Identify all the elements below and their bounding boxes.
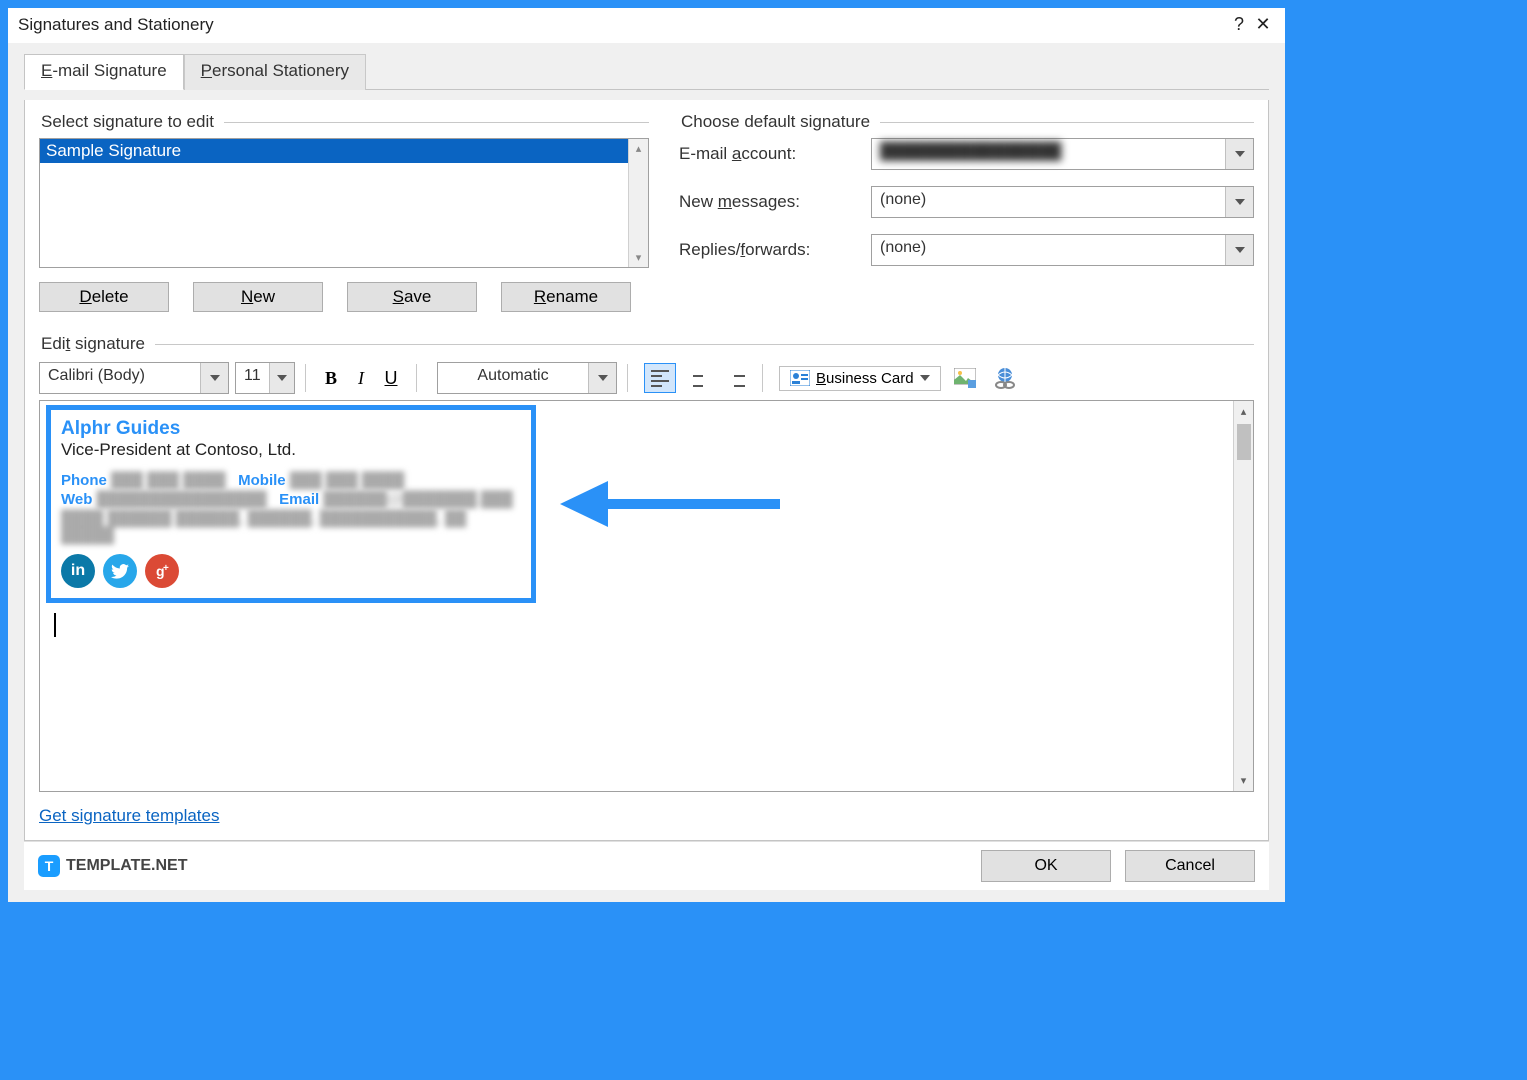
- bold-button[interactable]: B: [316, 364, 346, 392]
- email-label: Email: [279, 491, 319, 508]
- help-icon[interactable]: ?: [1227, 14, 1251, 35]
- address-value: ████ ██████ ██████, ██████, ███████████,…: [61, 510, 521, 544]
- save-button[interactable]: Save: [347, 282, 477, 312]
- googleplus-icon[interactable]: g+: [145, 554, 179, 588]
- insert-picture-button[interactable]: [949, 363, 981, 393]
- dialog-footer: T TEMPLATE.NET OK Cancel: [24, 841, 1269, 890]
- scroll-up-icon[interactable]: ▴: [1241, 401, 1247, 422]
- italic-button[interactable]: I: [346, 364, 376, 392]
- tab-strip: E-mail Signature Personal Stationery: [24, 53, 1269, 90]
- font-family-combo[interactable]: Calibri (Body): [39, 362, 229, 394]
- cancel-button[interactable]: Cancel: [1125, 850, 1255, 882]
- watermark-text: TEMPLATE.NET: [66, 857, 187, 875]
- edit-signature-label: Edit signature: [39, 334, 147, 354]
- web-value: ████████████████: [97, 491, 267, 508]
- chevron-down-icon[interactable]: [1225, 235, 1253, 265]
- ok-button[interactable]: OK: [981, 850, 1111, 882]
- font-color-value: Automatic: [438, 363, 588, 393]
- align-right-button[interactable]: [720, 363, 752, 393]
- scroll-thumb[interactable]: [1237, 424, 1251, 460]
- business-card-icon: [790, 370, 810, 386]
- email-account-combo[interactable]: ████████████████: [871, 138, 1254, 170]
- tab-panel: Select signature to edit Sample Signatur…: [24, 100, 1269, 841]
- new-messages-value: (none): [872, 187, 1225, 217]
- font-color-combo[interactable]: Automatic: [437, 362, 617, 394]
- text-cursor: [54, 613, 56, 637]
- new-messages-combo[interactable]: (none): [871, 186, 1254, 218]
- default-signature-label: Choose default signature: [679, 112, 872, 132]
- signature-list-item[interactable]: Sample Signature: [40, 139, 648, 163]
- new-button[interactable]: New: [193, 282, 323, 312]
- underline-button[interactable]: U: [376, 364, 406, 392]
- business-card-button[interactable]: Business Card: [779, 366, 941, 391]
- scroll-down-icon[interactable]: ▾: [1241, 770, 1247, 791]
- mobile-label: Mobile: [238, 472, 286, 489]
- font-size-value: 11: [236, 363, 269, 393]
- get-templates-link[interactable]: Get signature templates: [39, 806, 219, 826]
- signature-listbox[interactable]: Sample Signature ▴ ▾: [39, 138, 649, 268]
- signature-job-title: Vice-President at Contoso, Ltd.: [61, 440, 521, 460]
- chevron-down-icon[interactable]: [1225, 187, 1253, 217]
- signature-editor[interactable]: Alphr Guides Vice-President at Contoso, …: [39, 400, 1254, 792]
- chevron-down-icon[interactable]: [1225, 139, 1253, 169]
- close-icon[interactable]: ✕: [1251, 14, 1275, 35]
- editor-toolbar: Calibri (Body) 11 B I U Automatic: [39, 360, 1254, 400]
- chevron-down-icon: [920, 375, 930, 381]
- signature-highlight-box: Alphr Guides Vice-President at Contoso, …: [46, 405, 536, 603]
- signature-name: Alphr Guides: [61, 418, 521, 440]
- scroll-down-icon[interactable]: ▾: [636, 248, 642, 267]
- linkedin-icon[interactable]: in: [61, 554, 95, 588]
- align-left-button[interactable]: [644, 363, 676, 393]
- titlebar: Signatures and Stationery ? ✕: [8, 8, 1285, 43]
- tab-email-signature[interactable]: E-mail Signature: [24, 54, 184, 90]
- mobile-value: ███ ███ ████: [290, 472, 405, 489]
- email-account-value: ████████████████: [872, 139, 1225, 169]
- template-logo-icon: T: [38, 855, 60, 877]
- dialog-title: Signatures and Stationery: [18, 15, 214, 35]
- chevron-down-icon[interactable]: [269, 363, 294, 393]
- replies-forwards-value: (none): [872, 235, 1225, 265]
- replies-forwards-combo[interactable]: (none): [871, 234, 1254, 266]
- tab-personal-stationery[interactable]: Personal Stationery: [184, 54, 366, 90]
- replies-forwards-label: Replies/forwards:: [679, 240, 859, 260]
- font-size-combo[interactable]: 11: [235, 362, 295, 394]
- dialog-body: E-mail Signature Personal Stationery Sel…: [8, 43, 1285, 902]
- scroll-up-icon[interactable]: ▴: [636, 139, 642, 158]
- editor-scrollbar[interactable]: ▴ ▾: [1233, 401, 1253, 791]
- email-account-label: E-mail account:: [679, 144, 859, 164]
- delete-button[interactable]: Delete: [39, 282, 169, 312]
- insert-hyperlink-button[interactable]: [989, 363, 1021, 393]
- email-value: ██████@███████.███: [323, 491, 512, 508]
- align-center-button[interactable]: [682, 363, 714, 393]
- annotation-arrow-icon: [560, 479, 780, 529]
- twitter-icon[interactable]: [103, 554, 137, 588]
- chevron-down-icon[interactable]: [588, 363, 616, 393]
- phone-value: ███ ███ ████: [111, 472, 226, 489]
- svg-text:+: +: [163, 563, 169, 574]
- listbox-scrollbar[interactable]: ▴ ▾: [628, 139, 648, 267]
- rename-button[interactable]: Rename: [501, 282, 631, 312]
- new-messages-label: New messages:: [679, 192, 859, 212]
- phone-label: Phone: [61, 472, 107, 489]
- chevron-down-icon[interactable]: [200, 363, 228, 393]
- select-signature-label: Select signature to edit: [39, 112, 216, 132]
- web-label: Web: [61, 491, 92, 508]
- watermark: T TEMPLATE.NET: [38, 855, 187, 877]
- font-family-value: Calibri (Body): [40, 363, 200, 393]
- signatures-dialog: Signatures and Stationery ? ✕ E-mail Sig…: [8, 8, 1285, 902]
